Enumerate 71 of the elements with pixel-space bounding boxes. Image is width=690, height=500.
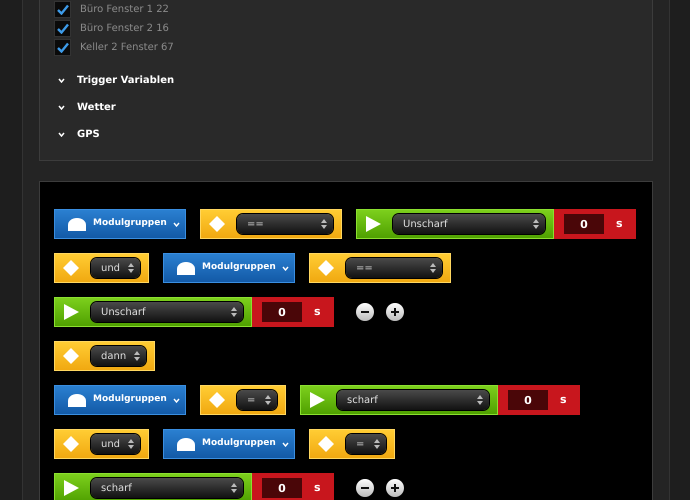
operator-select[interactable]: == <box>237 214 333 234</box>
module-group-dropdown[interactable]: Modulgruppen <box>54 209 186 239</box>
select-arrows-icon <box>128 439 134 449</box>
unit-label: s <box>560 392 567 408</box>
time-input[interactable]: 0 <box>262 302 302 322</box>
dome-icon <box>67 392 87 408</box>
operator-select[interactable]: = <box>346 434 386 454</box>
section-header: Wetter <box>77 101 116 115</box>
section-header: Trigger Variablen <box>77 74 174 88</box>
checkbox[interactable] <box>54 1 71 18</box>
diamond-icon <box>318 260 334 276</box>
diamond-icon <box>63 260 79 276</box>
operator-select[interactable]: = <box>237 390 277 410</box>
module-group-dropdown[interactable]: Modulgruppen <box>54 385 186 415</box>
dome-icon <box>176 260 196 276</box>
chevron-icon <box>172 398 180 402</box>
module-group-dropdown[interactable]: Modulgruppen <box>163 253 296 283</box>
unit-label: s <box>314 480 321 496</box>
unit-label: s <box>616 216 623 232</box>
module-group-dropdown[interactable]: Modulgruppen <box>163 429 296 459</box>
remove-button[interactable] <box>356 479 374 497</box>
chevron-icon <box>282 442 289 446</box>
play-icon <box>63 480 79 496</box>
add-button[interactable] <box>386 479 404 497</box>
checkbox[interactable] <box>54 39 71 56</box>
select-arrows-icon <box>533 219 539 229</box>
select-arrows-icon <box>430 263 436 273</box>
select-arrows-icon <box>128 263 134 273</box>
dome-icon <box>176 436 196 452</box>
select-arrows-icon <box>477 395 483 405</box>
time-input[interactable]: 0 <box>262 478 302 498</box>
section-header: GPS <box>77 128 100 142</box>
checkbox[interactable] <box>54 20 71 37</box>
operator-select[interactable]: == <box>346 258 442 278</box>
chevron-icon[interactable] <box>58 105 65 110</box>
checkbox-label: Büro Fenster 1 22 <box>80 3 169 17</box>
select-arrows-icon <box>374 439 380 449</box>
play-icon <box>365 216 381 232</box>
diamond-icon <box>209 392 225 408</box>
select-arrows-icon <box>265 395 271 405</box>
time-input[interactable]: 0 <box>508 390 548 410</box>
checkbox-label: Keller 2 Fenster 67 <box>80 41 174 55</box>
select-arrows-icon <box>231 307 237 317</box>
remove-button[interactable] <box>356 303 374 321</box>
play-icon <box>309 392 325 408</box>
chevron-icon[interactable] <box>58 132 65 137</box>
diamond-icon <box>63 348 79 364</box>
state-select[interactable]: Unscharf <box>91 302 243 322</box>
select-arrows-icon <box>321 219 327 229</box>
plus-icon <box>390 307 400 317</box>
time-input[interactable]: 0 <box>564 214 604 234</box>
unit-label: s <box>314 304 321 320</box>
checkbox-label: Büro Fenster 2 16 <box>80 22 169 36</box>
diamond-icon <box>209 216 225 232</box>
operator-select[interactable]: und <box>91 258 140 278</box>
diamond-icon <box>318 436 334 452</box>
chevron-icon <box>172 222 180 226</box>
diamond-icon <box>63 436 79 452</box>
select-arrows-icon <box>134 351 140 361</box>
plus-icon <box>390 483 400 493</box>
state-select[interactable]: scharf <box>337 390 489 410</box>
chevron-icon[interactable] <box>58 78 65 83</box>
state-select[interactable]: scharf <box>91 478 243 498</box>
operator-select[interactable]: und <box>91 434 140 454</box>
play-icon <box>63 304 79 320</box>
chevron-icon <box>282 266 289 270</box>
add-button[interactable] <box>386 303 404 321</box>
select-arrows-icon <box>231 483 237 493</box>
dome-icon <box>67 216 87 232</box>
operator-select[interactable]: dann <box>91 346 146 366</box>
state-select[interactable]: Unscharf <box>393 214 545 234</box>
